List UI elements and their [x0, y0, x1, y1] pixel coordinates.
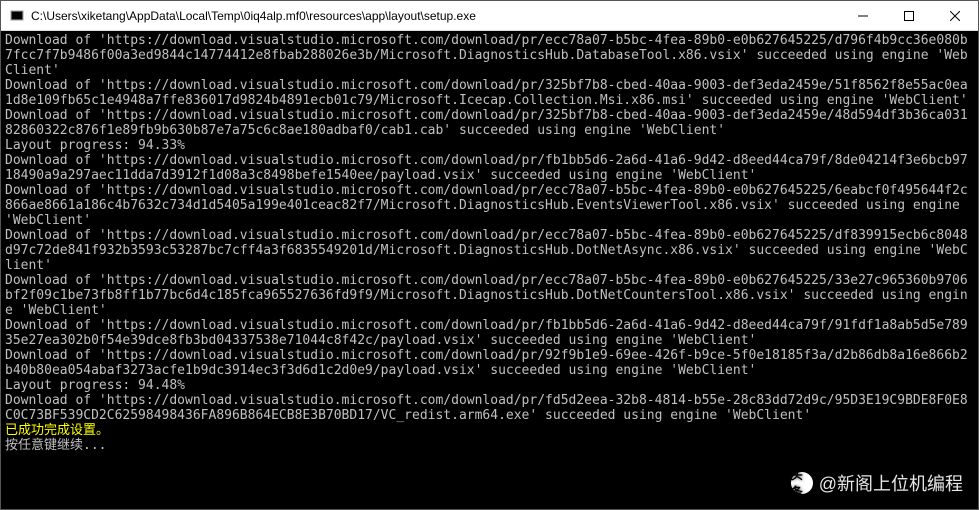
- console-line: 已成功完成设置。: [5, 423, 974, 438]
- console-line: Download of 'https://download.visualstud…: [5, 348, 974, 378]
- console-line: Download of 'https://download.visualstud…: [5, 33, 974, 78]
- console-line: Layout progress: 94.33%: [5, 138, 974, 153]
- console-line: Download of 'https://download.visualstud…: [5, 78, 974, 108]
- close-icon: [950, 11, 960, 21]
- window-title: C:\Users\xiketang\AppData\Local\Temp\0iq…: [31, 9, 840, 23]
- minimize-button[interactable]: [840, 1, 886, 30]
- app-window: C:\Users\xiketang\AppData\Local\Temp\0iq…: [0, 0, 979, 510]
- app-icon: [9, 8, 25, 24]
- console-output[interactable]: Download of 'https://download.visualstud…: [1, 31, 978, 509]
- console-line: Download of 'https://download.visualstud…: [5, 228, 974, 273]
- console-line: 按任意键继续...: [5, 438, 974, 453]
- console-line: Download of 'https://download.visualstud…: [5, 153, 974, 183]
- maximize-icon: [904, 11, 914, 21]
- window-controls: [840, 1, 978, 30]
- close-button[interactable]: [932, 1, 978, 30]
- console-line: Download of 'https://download.visualstud…: [5, 393, 974, 423]
- console-line: Download of 'https://download.visualstud…: [5, 273, 974, 318]
- maximize-button[interactable]: [886, 1, 932, 30]
- console-line: Download of 'https://download.visualstud…: [5, 108, 974, 138]
- titlebar[interactable]: C:\Users\xiketang\AppData\Local\Temp\0iq…: [1, 1, 978, 31]
- console-line: Download of 'https://download.visualstud…: [5, 318, 974, 348]
- minimize-icon: [858, 11, 868, 21]
- console-line: Download of 'https://download.visualstud…: [5, 183, 974, 228]
- console-line: Layout progress: 94.48%: [5, 378, 974, 393]
